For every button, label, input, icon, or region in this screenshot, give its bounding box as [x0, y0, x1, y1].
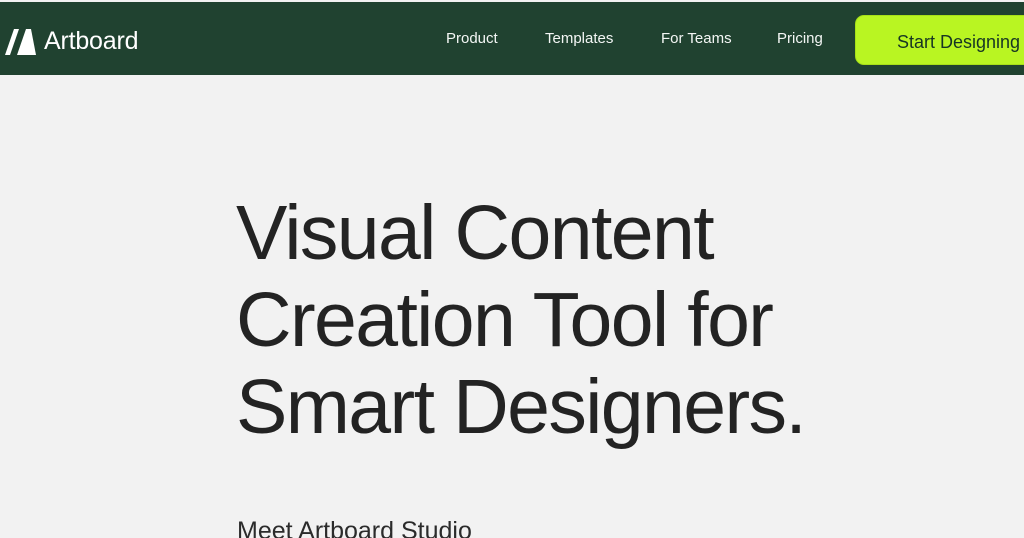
- hero-title-line: Creation Tool for: [236, 277, 774, 363]
- nav-product[interactable]: Product: [446, 29, 498, 49]
- hero-title-line: Visual Content: [236, 190, 715, 276]
- hero-title-line: Smart Designers.: [236, 364, 807, 450]
- start-designing-button[interactable]: Start Designing: [855, 15, 1024, 65]
- top-navigation-bar: Artboard Product Templates For Teams Pri…: [0, 2, 1024, 75]
- nav-for-teams[interactable]: For Teams: [661, 29, 732, 49]
- hero-title: Visual Content Creation Tool for Smart D…: [236, 190, 896, 451]
- hero-subtitle: Meet Artboard Studio: [237, 517, 472, 538]
- nav-pricing[interactable]: Pricing: [777, 29, 823, 49]
- nav-templates[interactable]: Templates: [545, 29, 613, 49]
- landing-page: Artboard Product Templates For Teams Pri…: [0, 0, 1024, 538]
